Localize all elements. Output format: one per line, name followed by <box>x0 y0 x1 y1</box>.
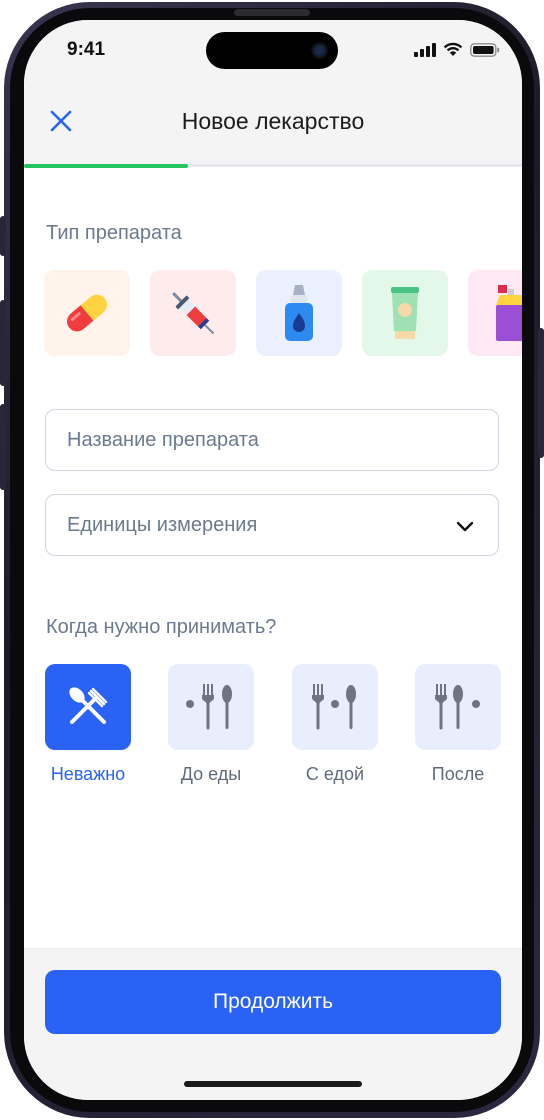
timing-before-tile <box>168 664 254 750</box>
when-label: Когда нужно принимать? <box>46 616 277 638</box>
drug-name-placeholder: Название препарата <box>67 429 259 451</box>
battery-icon <box>470 42 500 57</box>
drug-type-cream[interactable] <box>362 270 448 356</box>
page-title: Новое лекарство <box>181 108 365 134</box>
home-indicator[interactable] <box>184 1081 362 1087</box>
progress-fill <box>24 164 189 168</box>
phone-frame: 9:41 Новое лекарство Тип препарата Назва… <box>0 0 544 1120</box>
drug-type-drops[interactable] <box>256 270 342 356</box>
dropper-bottle-icon <box>285 285 313 341</box>
speaker-grille <box>234 9 310 16</box>
volume-down-button <box>0 404 6 490</box>
screen: 9:41 Новое лекарство Тип препарата Назва… <box>24 20 522 1100</box>
with-meal-icon <box>312 684 356 730</box>
drug-type-list <box>44 270 522 356</box>
timing-after-meal[interactable]: После <box>415 664 501 785</box>
timing-any-tile <box>45 664 131 750</box>
continue-button[interactable]: Продолжить <box>45 970 501 1034</box>
spray-bottle-icon <box>496 285 522 341</box>
fork-knife-cross-icon <box>69 687 108 724</box>
timing-before-label: До еды <box>180 764 242 784</box>
dynamic-island <box>206 32 338 69</box>
timing-after-label: После <box>431 764 485 784</box>
timing-with-tile <box>292 664 378 750</box>
camera-icon <box>311 42 328 59</box>
after-meal-icon <box>435 684 480 730</box>
before-meal-icon <box>186 684 232 730</box>
drug-type-pill[interactable] <box>44 270 130 356</box>
signal-icon <box>414 42 436 57</box>
units-placeholder: Единицы измерения <box>67 514 258 536</box>
timing-after-tile <box>415 664 501 750</box>
meal-timing-options: Неважно До еды С едой После <box>45 664 501 794</box>
drug-type-label: Тип препарата <box>46 222 182 244</box>
status-icons <box>414 42 500 57</box>
header: Новое лекарство <box>24 86 522 164</box>
timing-any[interactable]: Неважно <box>45 664 131 785</box>
mute-switch <box>0 216 6 256</box>
volume-up-button <box>0 300 6 386</box>
progress-bar <box>24 164 522 168</box>
timing-with-meal[interactable]: С едой <box>292 664 378 785</box>
power-button <box>538 328 544 458</box>
status-bar: 9:41 <box>24 20 522 86</box>
status-time: 9:41 <box>67 39 106 60</box>
chevron-down-icon <box>456 521 474 532</box>
timing-before-meal[interactable]: До еды <box>168 664 254 785</box>
drug-name-input[interactable]: Название препарата <box>45 409 499 471</box>
cream-tube-icon <box>391 287 419 339</box>
wifi-icon <box>443 42 463 56</box>
drug-type-spray[interactable] <box>468 270 522 356</box>
pill-icon <box>67 294 107 332</box>
timing-any-label: Неважно <box>50 764 126 784</box>
timing-with-label: С едой <box>305 764 365 784</box>
units-select[interactable]: Единицы измерения <box>45 494 499 556</box>
syringe-icon <box>172 292 215 335</box>
footer: Продолжить <box>24 948 522 1100</box>
drug-type-syringe[interactable] <box>150 270 236 356</box>
